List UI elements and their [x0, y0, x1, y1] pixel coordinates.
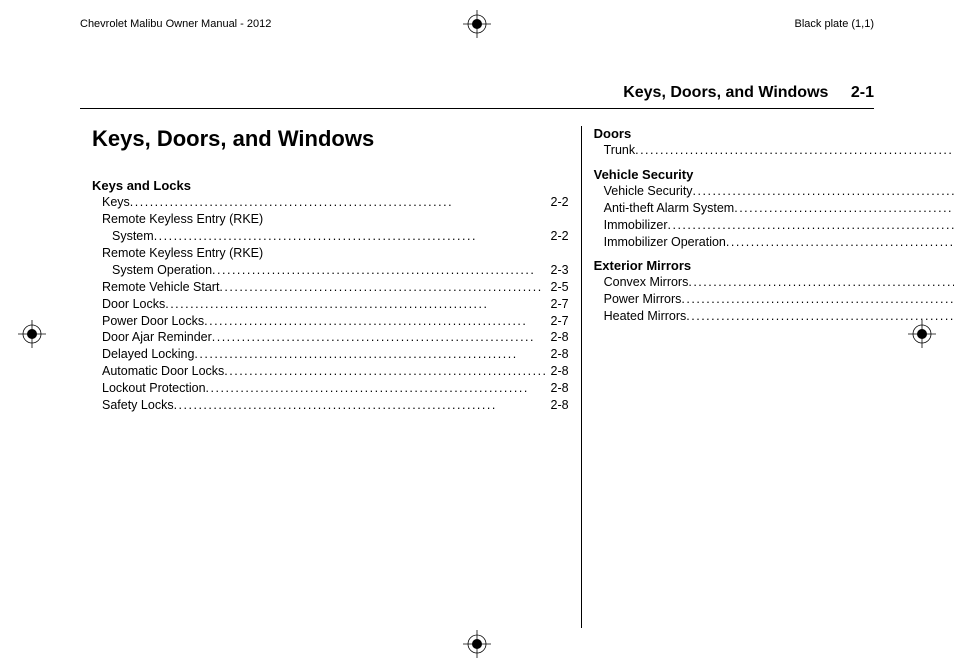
- toc-label-wrap: Remote Keyless Entry (RKE): [102, 245, 569, 262]
- leader-dots: [206, 380, 548, 397]
- leader-dots: [688, 274, 954, 291]
- toc-entry: Trunk 2-9: [604, 142, 954, 159]
- toc-page: 2-7: [548, 296, 569, 313]
- section-head: Doors: [594, 126, 954, 141]
- leader-dots: [165, 296, 547, 313]
- toc-page: 2-2: [548, 228, 569, 245]
- toc-label: Keys: [102, 194, 130, 211]
- leader-dots: [212, 262, 547, 279]
- leader-dots: [693, 183, 954, 200]
- toc-entry: Heated Mirrors 2-14: [604, 308, 954, 325]
- toc-entry: Door Locks 2-7: [102, 296, 569, 313]
- toc-label: Convex Mirrors: [604, 274, 689, 291]
- toc-label: Heated Mirrors: [604, 308, 687, 325]
- toc-label: Anti-theft Alarm System: [604, 200, 735, 217]
- toc-entry: Safety Locks 2-8: [102, 397, 569, 414]
- leader-dots: [219, 279, 547, 296]
- toc-label: Lockout Protection: [102, 380, 206, 397]
- registration-mark-top-icon: [463, 10, 491, 38]
- toc-label: System Operation: [112, 262, 212, 279]
- toc-entry: Anti-theft Alarm System 2-11: [604, 200, 954, 217]
- leader-dots: [194, 346, 547, 363]
- leader-dots: [130, 194, 548, 211]
- chapter-title: Keys, Doors, and Windows: [92, 126, 569, 152]
- toc-label-wrap: Remote Keyless Entry (RKE): [102, 211, 569, 228]
- toc-label: Trunk: [604, 142, 636, 159]
- toc-entry: System 2-2: [112, 228, 569, 245]
- plate-info: Black plate (1,1): [795, 18, 874, 30]
- toc-entry: Power Door Locks 2-7: [102, 313, 569, 330]
- leader-dots: [726, 234, 954, 251]
- section-head: Vehicle Security: [594, 167, 954, 182]
- toc-page: 2-8: [548, 380, 569, 397]
- toc-entry: Power Mirrors 2-14: [604, 291, 954, 308]
- leader-dots: [635, 142, 954, 159]
- horizontal-rule: [80, 108, 874, 109]
- toc-label: Immobilizer Operation: [604, 234, 726, 251]
- toc-page: 2-5: [548, 279, 569, 296]
- toc-label: Remote Vehicle Start: [102, 279, 219, 296]
- toc-entry: System Operation 2-3: [112, 262, 569, 279]
- leader-dots: [668, 217, 954, 234]
- section-title: Keys, Doors, and Windows: [623, 84, 828, 101]
- page-number: 2-1: [851, 84, 874, 101]
- toc-label: Power Door Locks: [102, 313, 204, 330]
- registration-mark-left-icon: [18, 320, 46, 348]
- section-head: Exterior Mirrors: [594, 258, 954, 273]
- toc-entry: Vehicle Security 2-11: [604, 183, 954, 200]
- toc-label: Power Mirrors: [604, 291, 682, 308]
- toc-label: Automatic Door Locks: [102, 363, 224, 380]
- registration-mark-bottom-icon: [463, 630, 491, 658]
- toc-page: 2-8: [548, 346, 569, 363]
- leader-dots: [204, 313, 547, 330]
- toc-page: 2-8: [548, 329, 569, 346]
- content-area: Keys, Doors, and Windows Keys and Locks …: [80, 126, 874, 628]
- toc-entry: Convex Mirrors 2-13: [604, 274, 954, 291]
- toc-label: Safety Locks: [102, 397, 174, 414]
- toc-label: System: [112, 228, 154, 245]
- toc-label: Vehicle Security: [604, 183, 693, 200]
- toc-page: 2-8: [548, 363, 569, 380]
- toc-label: Delayed Locking: [102, 346, 194, 363]
- section-head: Keys and Locks: [92, 178, 569, 193]
- toc-entry: Delayed Locking 2-8: [102, 346, 569, 363]
- leader-dots: [224, 363, 547, 380]
- toc-entry: Lockout Protection 2-8: [102, 380, 569, 397]
- page-header: Keys, Doors, and Windows 2-1: [623, 84, 874, 102]
- toc-entry: Remote Vehicle Start 2-5: [102, 279, 569, 296]
- toc-page: 2-3: [548, 262, 569, 279]
- toc-label: Door Ajar Reminder: [102, 329, 212, 346]
- leader-dots: [686, 308, 954, 325]
- leader-dots: [154, 228, 548, 245]
- toc-entry: Door Ajar Reminder 2-8: [102, 329, 569, 346]
- leader-dots: [212, 329, 548, 346]
- toc-entry: Immobilizer Operation 2-12: [604, 234, 954, 251]
- toc-page: 2-7: [548, 313, 569, 330]
- column-1: Keys, Doors, and Windows Keys and Locks …: [80, 126, 581, 628]
- toc-page: 2-2: [548, 194, 569, 211]
- column-2: Doors Trunk 2-9 Vehicle Security Vehicle…: [581, 126, 954, 628]
- leader-dots: [734, 200, 954, 217]
- toc-label: Immobilizer: [604, 217, 668, 234]
- leader-dots: [681, 291, 954, 308]
- toc-entry: Keys 2-2: [102, 194, 569, 211]
- leader-dots: [174, 397, 548, 414]
- toc-entry: Immobilizer 2-12: [604, 217, 954, 234]
- manual-title: Chevrolet Malibu Owner Manual - 2012: [80, 18, 271, 30]
- toc-entry: Automatic Door Locks 2-8: [102, 363, 569, 380]
- toc-label: Door Locks: [102, 296, 165, 313]
- toc-page: 2-8: [548, 397, 569, 414]
